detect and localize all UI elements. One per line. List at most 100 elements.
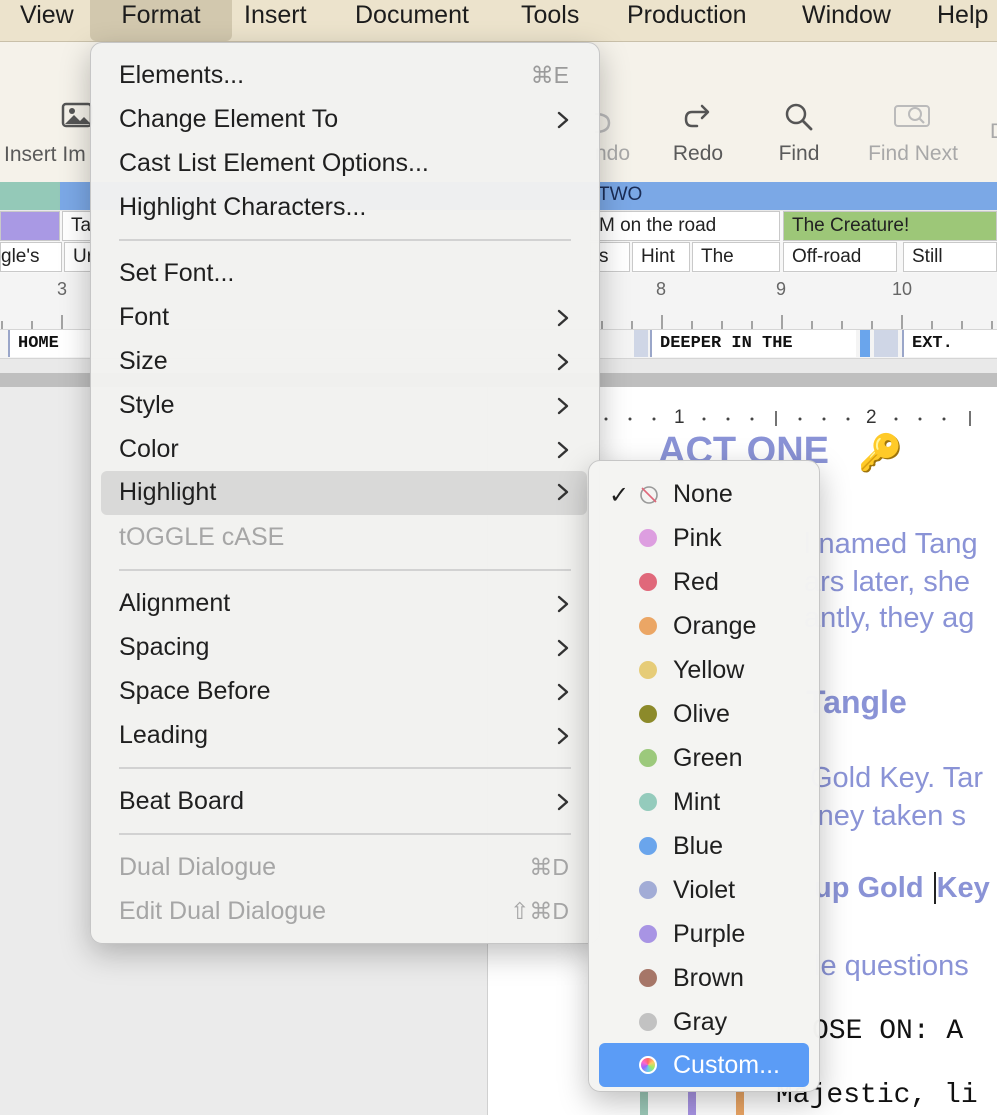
green-swatch-icon <box>639 749 657 767</box>
menu-item-font[interactable]: Font <box>101 297 587 341</box>
brown-swatch-icon <box>639 969 657 987</box>
find-button[interactable]: Find <box>749 102 849 166</box>
beat-cell[interactable]: Hint <box>632 242 690 272</box>
menu-item-leading[interactable]: Leading <box>101 715 587 759</box>
menu-item-alignment[interactable]: Alignment <box>101 583 587 627</box>
highlight-option-label: Pink <box>673 524 722 552</box>
menu-item-set-font[interactable]: Set Font... <box>101 253 587 297</box>
highlight-option-brown[interactable]: Brown <box>599 957 809 1001</box>
highlight-option-red[interactable]: Red <box>599 561 809 605</box>
section-heading-text: up Gold <box>814 872 932 904</box>
checkmark-icon: ✓ <box>609 482 630 509</box>
menu-item-label: Style <box>119 391 175 419</box>
menu-tools[interactable]: Tools <box>521 0 579 41</box>
beat-cell[interactable]: Still <box>903 242 997 272</box>
menu-production[interactable]: Production <box>627 0 747 41</box>
menu-item-label: Font <box>119 303 170 331</box>
highlight-option-mint[interactable]: Mint <box>599 781 809 825</box>
menu-item-shortcut: ⌘E <box>530 62 569 88</box>
scene-cell[interactable]: EXT. <box>902 330 997 357</box>
highlight-option-label: Orange <box>673 612 757 640</box>
highlight-option-orange[interactable]: Orange <box>599 605 809 649</box>
redo-button[interactable]: Redo <box>648 102 748 166</box>
find-next-button[interactable]: Find Next <box>858 102 968 166</box>
menu-item-dual-dialogue[interactable]: Dual Dialogue ⌘D <box>101 847 587 891</box>
menu-separator <box>119 569 571 571</box>
menu-item-spacing[interactable]: Spacing <box>101 627 587 671</box>
menu-help[interactable]: Help <box>937 0 988 41</box>
menu-item-label: Leading <box>119 721 208 749</box>
synopsis-line: Gold Key. Tar <box>810 762 984 794</box>
act-lane-teal <box>0 182 60 210</box>
beat-cell[interactable] <box>0 211 60 241</box>
beat-cell[interactable]: M on the road <box>590 211 780 241</box>
menu-window[interactable]: Window <box>802 0 891 41</box>
menu-item-label: Cast List Element Options... <box>119 149 429 177</box>
menu-document[interactable]: Document <box>355 0 469 41</box>
scene-cell[interactable]: DEEPER IN THE <box>650 330 856 357</box>
beat-cell[interactable]: Ta <box>62 211 92 241</box>
menu-item-elements[interactable]: Elements... ⌘E <box>101 55 587 99</box>
highlight-option-label: None <box>673 480 733 508</box>
synopsis-line: antly, they ag <box>804 602 975 634</box>
chevron-right-icon <box>557 727 569 745</box>
menu-item-style[interactable]: Style <box>101 385 587 429</box>
highlight-option-olive[interactable]: Olive <box>599 693 809 737</box>
chevron-right-icon <box>557 683 569 701</box>
highlight-option-label: Mint <box>673 788 721 816</box>
chevron-right-icon <box>557 111 569 129</box>
yellow-swatch-icon <box>639 661 657 679</box>
menu-insert[interactable]: Insert <box>244 0 307 41</box>
beat-cell[interactable]: The <box>692 242 780 272</box>
find-label: Find <box>778 142 820 165</box>
menu-item-cast-list-element-options[interactable]: Cast List Element Options... <box>101 143 587 187</box>
ruler-number: 3 <box>57 279 68 299</box>
highlight-option-blue[interactable]: Blue <box>599 825 809 869</box>
purple-swatch-icon <box>639 925 657 943</box>
scene-marker <box>874 330 898 357</box>
menu-item-toggle-case[interactable]: tOGGLE cASE <box>101 517 587 561</box>
menu-item-highlight[interactable]: Highlight <box>101 471 587 515</box>
scene-marker <box>634 330 648 357</box>
highlight-option-pink[interactable]: Pink <box>599 517 809 561</box>
insert-image-button[interactable]: Insert Im <box>0 102 100 167</box>
synopsis-line: ars later, she <box>804 566 971 598</box>
menu-item-space-before[interactable]: Space Before <box>101 671 587 715</box>
highlight-option-label: Blue <box>673 832 724 860</box>
highlight-option-gray[interactable]: Gray <box>599 1001 809 1045</box>
act-label: TWO <box>598 184 643 205</box>
menu-view[interactable]: View <box>20 0 74 41</box>
beat-cell[interactable]: The Creature! <box>783 211 997 241</box>
undo-button[interactable]: ndo <box>595 102 635 166</box>
highlight-option-label: Yellow <box>673 656 745 684</box>
red-swatch-icon <box>639 573 657 591</box>
beat-cell[interactable]: Ur <box>64 242 92 272</box>
pink-swatch-icon <box>639 529 657 547</box>
beat-cell[interactable]: Off-road <box>783 242 897 272</box>
highlight-option-purple[interactable]: Purple <box>599 913 809 957</box>
menu-item-color[interactable]: Color <box>101 429 587 473</box>
highlight-option-none[interactable]: ✓ None <box>599 473 809 517</box>
menu-item-highlight-characters[interactable]: Highlight Characters... <box>101 187 587 231</box>
redo-icon <box>684 104 710 128</box>
highlight-option-violet[interactable]: Violet <box>599 869 809 913</box>
chevron-right-icon <box>557 441 569 459</box>
find-next-label: Find Next <box>868 142 958 165</box>
highlight-option-custom[interactable]: Custom... <box>599 1043 809 1087</box>
menu-item-change-element-to[interactable]: Change Element To <box>101 99 587 143</box>
menu-item-edit-dual-dialogue[interactable]: Edit Dual Dialogue ⇧⌘D <box>101 891 587 935</box>
insert-image-label: Insert Im <box>4 143 86 166</box>
menu-item-size[interactable]: Size <box>101 341 587 385</box>
menu-item-beat-board[interactable]: Beat Board <box>101 781 587 825</box>
menu-item-label: Highlight Characters... <box>119 193 367 221</box>
chevron-right-icon <box>557 309 569 327</box>
highlight-option-label: Brown <box>673 964 744 992</box>
highlight-option-yellow[interactable]: Yellow <box>599 649 809 693</box>
synopsis-line: l named Tang <box>804 528 978 560</box>
menu-format[interactable]: Format <box>90 0 232 41</box>
document-ruler-number: 1 <box>674 407 685 428</box>
beat-cell[interactable]: gle's <box>0 242 62 272</box>
scene-cell[interactable]: HOME <box>8 330 90 357</box>
menu-separator <box>119 767 571 769</box>
highlight-option-green[interactable]: Green <box>599 737 809 781</box>
